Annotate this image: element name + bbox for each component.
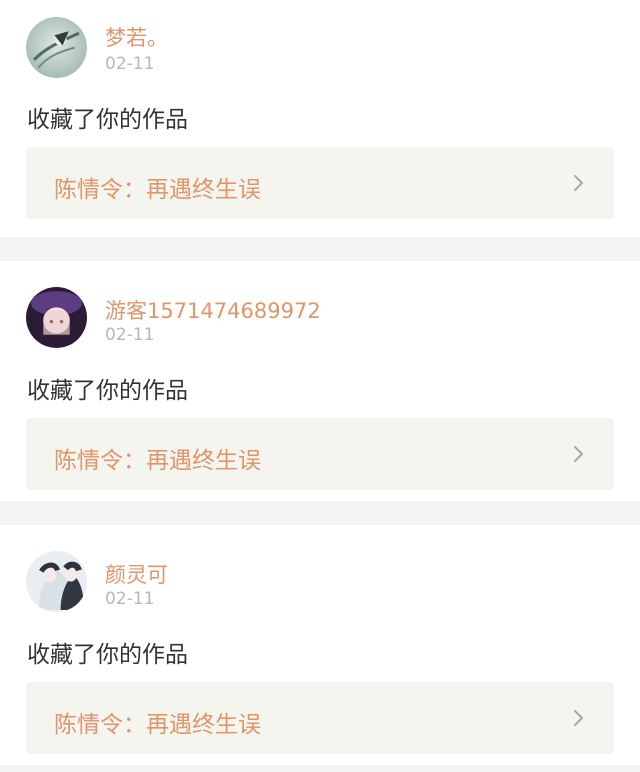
work-link[interactable]: 陈情令：再遇终生误 bbox=[26, 682, 614, 754]
timestamp: 02-11 bbox=[105, 325, 155, 345]
work-link[interactable]: 陈情令：再遇终生误 bbox=[26, 418, 614, 490]
user-avatar[interactable] bbox=[26, 551, 87, 612]
notification-card: 梦若。 02-11 收藏了你的作品 陈情令：再遇终生误 bbox=[0, 0, 640, 237]
username[interactable]: 游客1571474689972 bbox=[105, 295, 321, 325]
activity-text: 收藏了你的作品 bbox=[27, 378, 188, 404]
timestamp: 02-11 bbox=[105, 589, 155, 609]
notification-feed: 梦若。 02-11 收藏了你的作品 陈情令：再遇终生误 游客1571474689… bbox=[0, 0, 640, 765]
activity-text: 收藏了你的作品 bbox=[27, 107, 188, 133]
work-title: 陈情令：再遇终生误 bbox=[54, 448, 261, 474]
avatar-illustration-icon bbox=[26, 551, 87, 612]
chevron-right-icon bbox=[570, 445, 588, 463]
username[interactable]: 颜灵可 bbox=[105, 559, 168, 589]
work-title: 陈情令：再遇终生误 bbox=[54, 712, 261, 738]
chevron-right-icon bbox=[570, 174, 588, 192]
work-link[interactable]: 陈情令：再遇终生误 bbox=[26, 147, 614, 219]
username[interactable]: 梦若。 bbox=[105, 22, 168, 52]
notification-card: 游客1571474689972 02-11 收藏了你的作品 陈情令：再遇终生误 bbox=[0, 261, 640, 501]
user-avatar[interactable] bbox=[26, 287, 87, 348]
avatar-illustration-icon bbox=[26, 287, 87, 348]
user-avatar[interactable] bbox=[26, 17, 87, 78]
avatar-illustration-icon bbox=[26, 17, 87, 78]
work-title: 陈情令：再遇终生误 bbox=[54, 177, 261, 203]
timestamp: 02-11 bbox=[105, 54, 155, 74]
activity-text: 收藏了你的作品 bbox=[27, 642, 188, 668]
notification-card: 颜灵可 02-11 收藏了你的作品 陈情令：再遇终生误 bbox=[0, 525, 640, 765]
chevron-right-icon bbox=[570, 709, 588, 727]
